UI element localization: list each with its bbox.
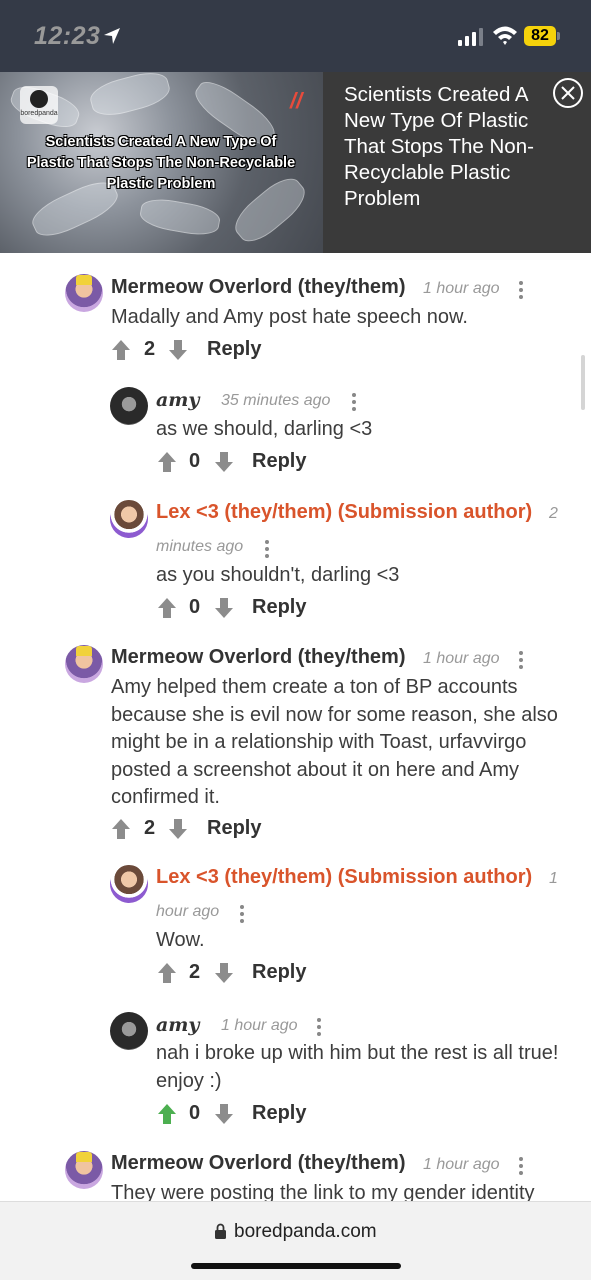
vote-count: 0: [189, 450, 201, 472]
comment-author[interactable]: Mermeow Overlord (they/them): [111, 276, 406, 299]
upvote-icon[interactable]: [157, 451, 177, 473]
more-options-icon[interactable]: [239, 903, 245, 925]
downvote-icon[interactable]: [214, 1103, 234, 1125]
comment: Mermeow Overlord (they/them) 1 hour ago …: [0, 1133, 591, 1201]
location-arrow-icon: [104, 28, 120, 44]
reply-button[interactable]: Reply: [207, 817, 261, 840]
ad-title[interactable]: Scientists Created A New Type Of Plastic…: [344, 82, 544, 212]
reply-button[interactable]: Reply: [207, 338, 261, 361]
comment: Mermeow Overlord (they/them) 1 hour ago …: [0, 628, 591, 848]
avatar[interactable]: [65, 274, 103, 312]
downvote-icon[interactable]: [168, 818, 188, 840]
vote-count: 2: [144, 817, 156, 839]
comment-time: 1 hour ago: [423, 650, 500, 667]
avatar[interactable]: [110, 500, 148, 538]
vote-count: 0: [189, 596, 201, 618]
avatar[interactable]: [65, 645, 103, 683]
comment: amy 1 hour ago nah i broke up with him b…: [0, 988, 591, 1133]
comment: amy 35 minutes ago as we should, darling…: [0, 373, 591, 488]
more-options-icon[interactable]: [264, 538, 270, 560]
comment-actions: 0 Reply: [157, 449, 357, 477]
scrollbar[interactable]: [581, 355, 585, 410]
downvote-icon[interactable]: [214, 962, 234, 984]
boredpanda-logo: boredpanda: [20, 86, 58, 124]
comment-text: They were posting the link to my gender …: [111, 1182, 535, 1201]
downvote-icon[interactable]: [168, 339, 188, 361]
comment-actions: 0 Reply: [157, 1101, 357, 1129]
avatar[interactable]: [110, 387, 148, 425]
more-options-icon[interactable]: [518, 649, 524, 671]
comment-time: 1 hour ago: [423, 1156, 500, 1173]
comment: Mermeow Overlord (they/them) 1 hour ago …: [0, 253, 591, 373]
avatar[interactable]: [110, 865, 148, 903]
upvote-icon[interactable]: [157, 962, 177, 984]
lock-icon: [215, 1223, 226, 1239]
ad-banner[interactable]: boredpanda // Scientists Created A New T…: [0, 72, 591, 253]
downvote-icon[interactable]: [214, 597, 234, 619]
comment-author[interactable]: Lex <3 (they/them) (Submission author): [156, 866, 532, 889]
avatar[interactable]: [110, 1012, 148, 1050]
cellular-signal-icon: [458, 28, 483, 46]
reply-button[interactable]: Reply: [252, 450, 306, 473]
comment-time: 1 hour ago: [423, 280, 500, 297]
more-options-icon[interactable]: [518, 1155, 524, 1177]
upvote-icon-active[interactable]: [157, 1103, 177, 1125]
comment-author[interactable]: amy: [156, 389, 199, 411]
reply-button[interactable]: Reply: [252, 1102, 306, 1125]
comment-author[interactable]: Mermeow Overlord (they/them): [111, 646, 406, 669]
status-bar: 12:23 82: [0, 0, 591, 72]
comment-time: 1: [549, 870, 558, 887]
comment-text: Madally and Amy post hate speech now.: [111, 306, 468, 328]
downvote-icon[interactable]: [214, 451, 234, 473]
comment-author[interactable]: Lex <3 (they/them) (Submission author): [156, 501, 532, 524]
upvote-icon[interactable]: [111, 339, 131, 361]
vote-count: 0: [189, 1102, 201, 1124]
more-options-icon[interactable]: [518, 279, 524, 301]
home-indicator[interactable]: [191, 1263, 401, 1269]
vote-count: 2: [189, 961, 201, 983]
comment-time: 35 minutes ago: [221, 392, 331, 409]
battery-nub: [557, 32, 560, 40]
upvote-icon[interactable]: [157, 597, 177, 619]
comment-actions: 2 Reply: [157, 960, 357, 988]
reply-button[interactable]: Reply: [252, 961, 306, 984]
comment-actions: 0 Reply: [157, 595, 357, 623]
comment-author[interactable]: Mermeow Overlord (they/them): [111, 1152, 406, 1175]
close-ad-button[interactable]: [553, 78, 583, 108]
vote-count: 2: [144, 338, 156, 360]
wifi-icon: [493, 26, 517, 45]
comment-author[interactable]: amy: [156, 1014, 199, 1036]
battery-indicator: 82: [524, 26, 556, 46]
comment-thread: Mermeow Overlord (they/them) 1 hour ago …: [0, 253, 591, 1201]
comment-time: 1 hour ago: [221, 1017, 298, 1034]
status-time: 12:23: [34, 22, 101, 50]
comment-time-continued: minutes ago: [156, 538, 244, 555]
avatar[interactable]: [65, 1151, 103, 1189]
comment-text: nah i broke up with him but the rest is …: [156, 1042, 559, 1092]
reply-button[interactable]: Reply: [252, 596, 306, 619]
comment: Lex <3 (they/them) (Submission author) 2…: [0, 488, 591, 628]
url-text[interactable]: boredpanda.com: [234, 1221, 377, 1243]
comment-text: as you shouldn't, darling <3: [156, 564, 400, 586]
comment: Lex <3 (they/them) (Submission author) 1…: [0, 848, 591, 988]
comment-actions: 2 Reply: [111, 337, 311, 365]
comment-actions: 2 Reply: [111, 816, 311, 844]
browser-url-bar[interactable]: boredpanda.com: [0, 1201, 591, 1280]
upvote-icon[interactable]: [111, 818, 131, 840]
brand-mark-icon: //: [290, 88, 303, 113]
comment-text: Amy helped them create a ton of BP accou…: [111, 676, 558, 808]
comment-text: as we should, darling <3: [156, 418, 373, 440]
ad-thumbnail[interactable]: boredpanda // Scientists Created A New T…: [0, 72, 323, 253]
close-icon: [561, 86, 575, 100]
ad-image-caption: Scientists Created A New Type Of Plastic…: [26, 134, 296, 192]
more-options-icon[interactable]: [351, 391, 357, 413]
comment-text: Wow.: [156, 929, 205, 951]
more-options-icon[interactable]: [316, 1016, 322, 1038]
comment-time-continued: hour ago: [156, 903, 220, 920]
comment-time: 2: [549, 505, 558, 522]
